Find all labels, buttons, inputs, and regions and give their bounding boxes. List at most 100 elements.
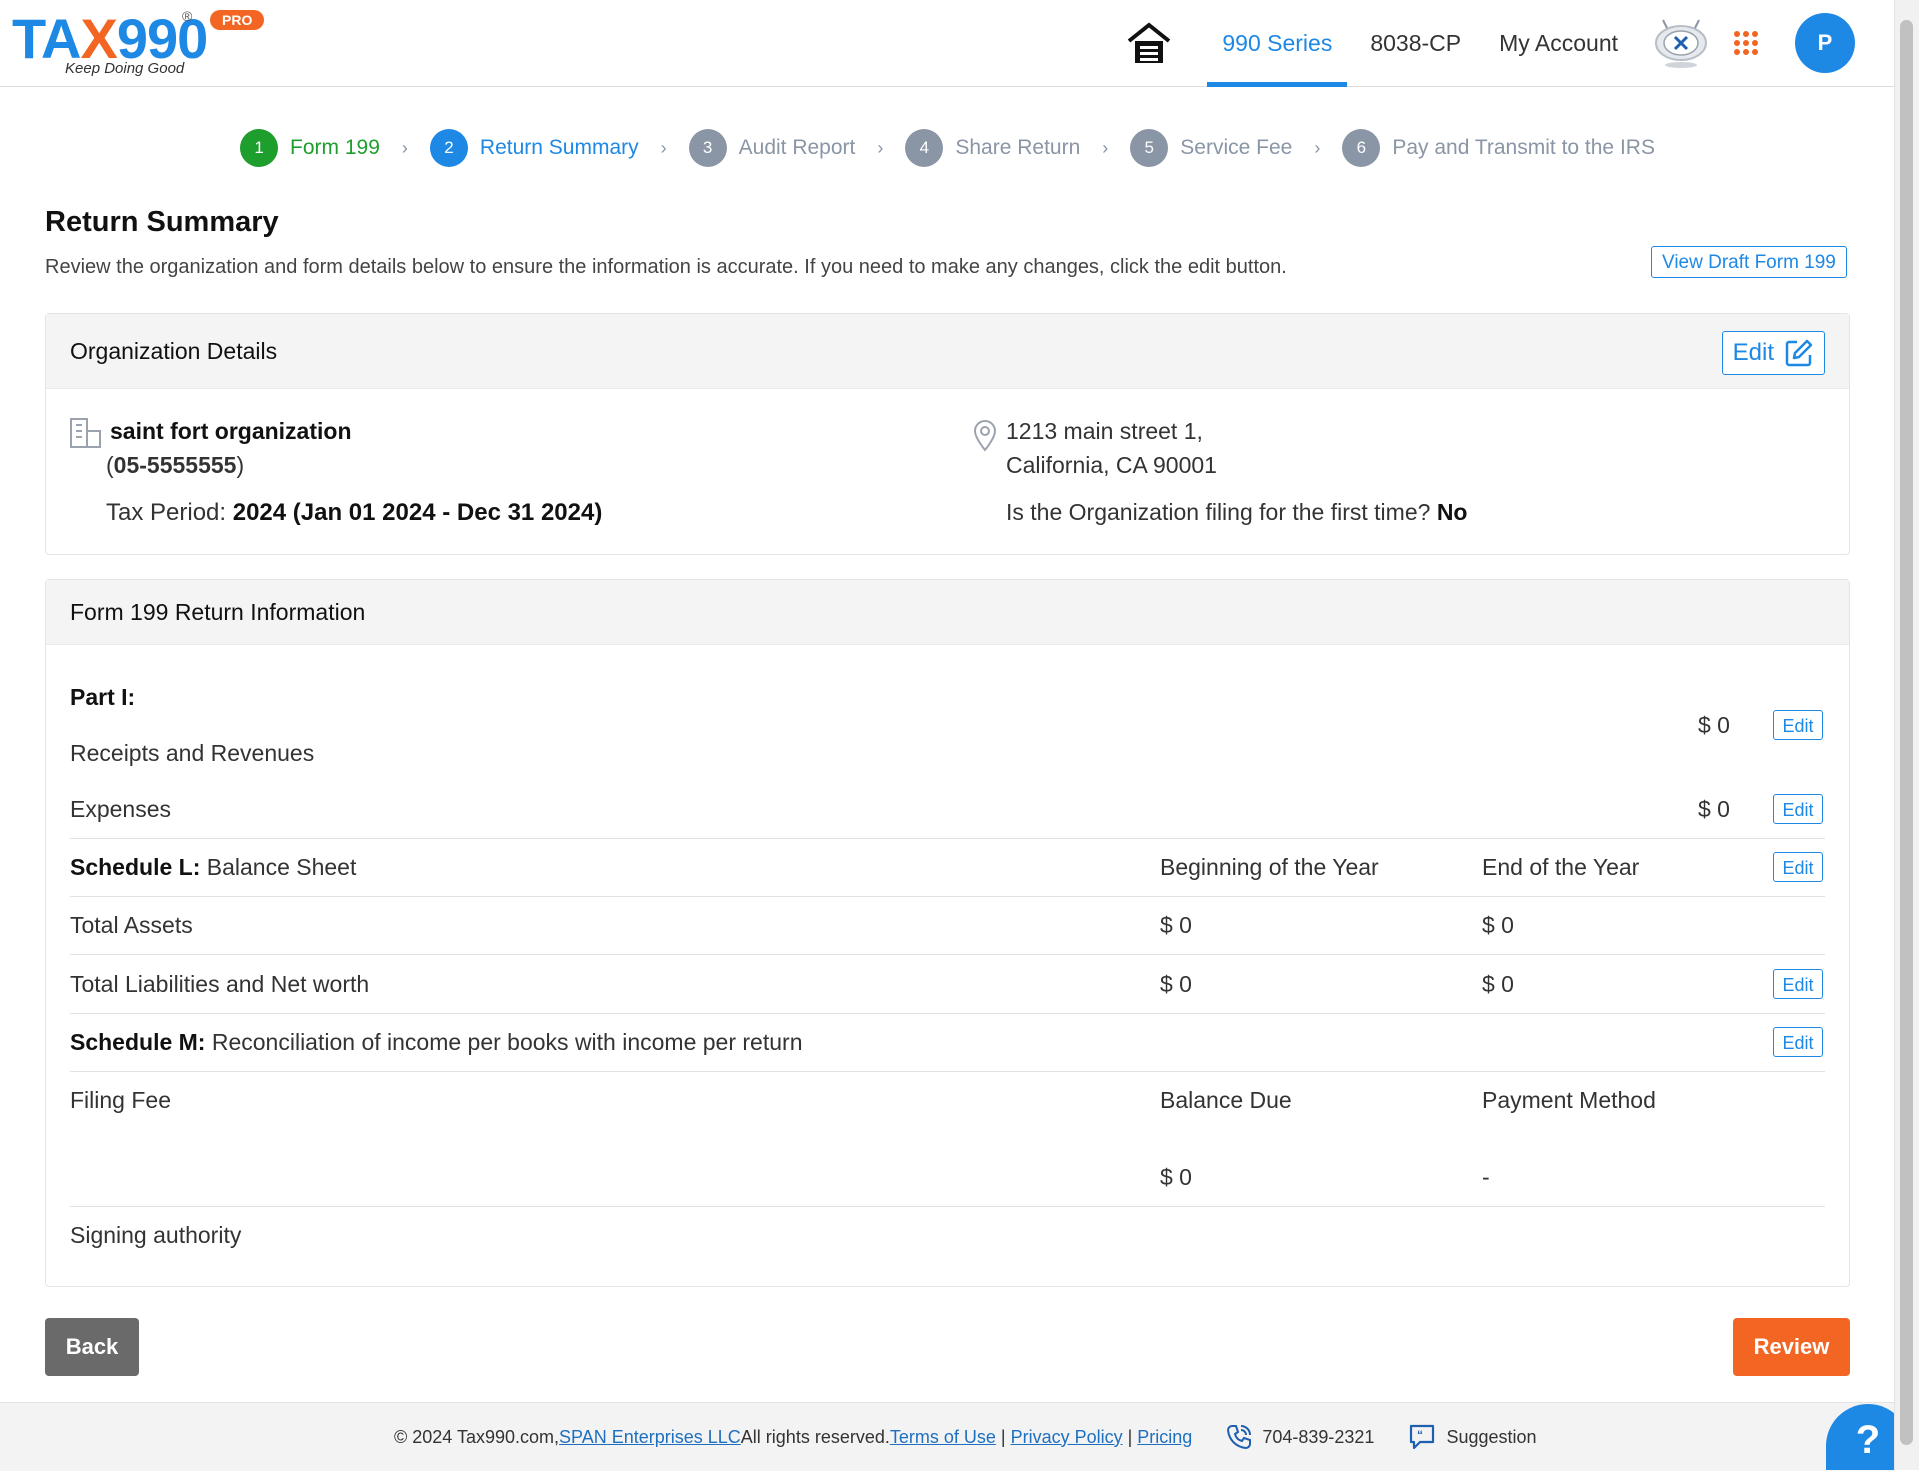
pricing-link[interactable]: Pricing [1137, 1427, 1192, 1448]
review-button[interactable]: Review [1733, 1318, 1850, 1376]
main-nav: 990 Series 8038-CP My Account P [1125, 0, 1855, 87]
total-assets-end: $ 0 [1482, 912, 1514, 938]
edit-schedule-m-button[interactable]: Edit [1773, 1027, 1823, 1057]
schedule-m-label: Schedule M: [70, 1029, 206, 1055]
col-beginning-of-year: Beginning of the Year [1160, 854, 1379, 880]
step-number: 6 [1342, 129, 1381, 167]
chevron-right-icon: › [1314, 137, 1321, 158]
schedule-l-title: Balance Sheet [200, 854, 357, 880]
card-header: Form 199 Return Information [46, 580, 1849, 645]
logo-tagline: Keep Doing Good [65, 60, 185, 77]
edit-receipts-button[interactable]: Edit [1773, 710, 1823, 740]
ein-value: 05-5555555 [113, 452, 237, 478]
user-avatar[interactable]: P [1795, 13, 1855, 73]
payment-method-value: - [1482, 1164, 1490, 1190]
privacy-policy-link[interactable]: Privacy Policy [1011, 1427, 1123, 1448]
address-line-2: California, CA 90001 [1006, 452, 1217, 478]
progress-stepper: 1 Form 199 › 2 Return Summary › 3 Audit Rep… [0, 128, 1895, 168]
footer-rights: All rights reserved. [740, 1426, 890, 1447]
step-number: 4 [905, 129, 944, 167]
first-time-filing: Is the Organization filing for the first… [1006, 499, 1467, 526]
step-label: Share Return [955, 136, 1081, 159]
payment-method-label: Payment Method [1482, 1087, 1656, 1113]
assistant-bot-icon[interactable] [1653, 16, 1709, 70]
filing-fee-label: Filing Fee [70, 1087, 171, 1113]
chevron-right-icon: › [660, 137, 667, 158]
location-pin-icon [973, 420, 997, 452]
footer-separator: | [1000, 1426, 1006, 1447]
step-number: 5 [1130, 129, 1169, 167]
organization-details-card: Organization Details Edit saint fort org… [45, 313, 1850, 555]
step-label: Pay and Transmit to the IRS [1392, 136, 1655, 159]
schedule-l-heading: Schedule L: Balance Sheet [70, 854, 356, 881]
tax-period: Tax Period: 2024 (Jan 01 2024 - Dec 31 2… [106, 499, 602, 527]
edit-expenses-button[interactable]: Edit [1773, 794, 1823, 824]
balance-due-label: Balance Due [1160, 1087, 1292, 1113]
total-liabilities-end: $ 0 [1482, 971, 1514, 997]
expenses-value: $ 0 [1698, 796, 1730, 822]
organization-ein: (05-5555555) [106, 452, 244, 479]
card-header: Organization Details Edit [46, 314, 1849, 389]
ein-paren-close: ) [236, 452, 245, 478]
divider [70, 1206, 1825, 1207]
home-icon[interactable] [1125, 19, 1173, 67]
step-audit-report[interactable]: 3 Audit Report [688, 129, 856, 167]
view-draft-form-button[interactable]: View Draft Form 199 [1651, 246, 1847, 278]
step-form-199[interactable]: 1 Form 199 [240, 129, 380, 167]
page-title: Return Summary [45, 206, 279, 238]
tax990-logo[interactable]: TAX990 ® PRO Keep Doing Good [12, 6, 265, 80]
organization-name: saint fort organization [110, 418, 352, 444]
terms-of-use-link[interactable]: Terms of Use [890, 1427, 996, 1448]
step-label: Service Fee [1180, 136, 1293, 159]
back-button[interactable]: Back [45, 1318, 139, 1376]
step-label: Audit Report [738, 136, 856, 159]
step-service-fee[interactable]: 5 Service Fee [1130, 129, 1292, 167]
schedule-l-label: Schedule L: [70, 854, 201, 880]
expenses-label: Expenses [70, 796, 172, 822]
suggestion-link[interactable]: Suggestion [1446, 1427, 1536, 1448]
divider [70, 896, 1825, 897]
nav-my-account[interactable]: My Account [1499, 0, 1618, 86]
step-number: 3 [688, 129, 727, 167]
chevron-right-icon: › [401, 137, 408, 158]
first-time-question: Is the Organization filing for the first… [1006, 499, 1437, 525]
support-phone[interactable]: 704-839-2321 [1262, 1427, 1374, 1448]
address-line-1: 1213 main street 1, [1006, 418, 1203, 444]
vertical-scrollbar[interactable] [1894, 0, 1919, 1470]
col-end-of-year: End of the Year [1482, 854, 1640, 880]
building-icon [70, 418, 101, 448]
step-return-summary[interactable]: 2 Return Summary [429, 129, 639, 167]
ein-paren-open: ( [106, 452, 114, 478]
scrollbar-thumb[interactable] [1900, 20, 1913, 1445]
page-description: Review the organization and form details… [45, 256, 1287, 278]
divider [70, 954, 1825, 955]
nav-990-series[interactable]: 990 Series [1207, 0, 1348, 87]
svg-text:“: “ [1417, 1428, 1423, 1442]
total-assets-label: Total Assets [70, 912, 193, 938]
receipts-revenues-value: $ 0 [1698, 712, 1730, 738]
receipts-revenues-label: Receipts and Revenues [70, 740, 315, 766]
total-liabilities-label: Total Liabilities and Net worth [70, 971, 370, 997]
span-enterprises-link[interactable]: SPAN Enterprises LLC [559, 1427, 741, 1448]
nav-8038-cp[interactable]: 8038-CP [1370, 0, 1461, 86]
suggestion-icon: “ [1408, 1423, 1436, 1451]
step-share-return[interactable]: 4 Share Return [905, 129, 1080, 167]
edit-liabilities-button[interactable]: Edit [1773, 969, 1823, 999]
balance-due-value: $ 0 [1160, 1164, 1192, 1190]
step-pay-transmit[interactable]: 6 Pay and Transmit to the IRS [1342, 129, 1655, 167]
total-liabilities-begin: $ 0 [1160, 971, 1192, 997]
card-title: Organization Details [70, 338, 278, 364]
divider [70, 838, 1825, 839]
part-1-heading: Part I: [70, 684, 136, 710]
edit-schedule-l-button[interactable]: Edit [1773, 852, 1823, 882]
chevron-right-icon: › [1102, 137, 1109, 158]
schedule-m-title: Reconciliation of income per books with … [205, 1029, 803, 1055]
footer-content: © 2024 Tax990.com, SPAN Enterprises LLC … [394, 1403, 1537, 1471]
return-information-card: Form 199 Return Information Part I: Rece… [45, 579, 1850, 1287]
step-label: Form 199 [290, 136, 380, 159]
edit-organization-button[interactable]: Edit [1721, 331, 1825, 375]
step-number: 2 [429, 129, 468, 167]
apps-grid-icon[interactable] [1733, 30, 1759, 56]
signing-authority-label: Signing authority [70, 1222, 242, 1248]
schedule-m-heading: Schedule M: Reconciliation of income per… [70, 1029, 802, 1056]
